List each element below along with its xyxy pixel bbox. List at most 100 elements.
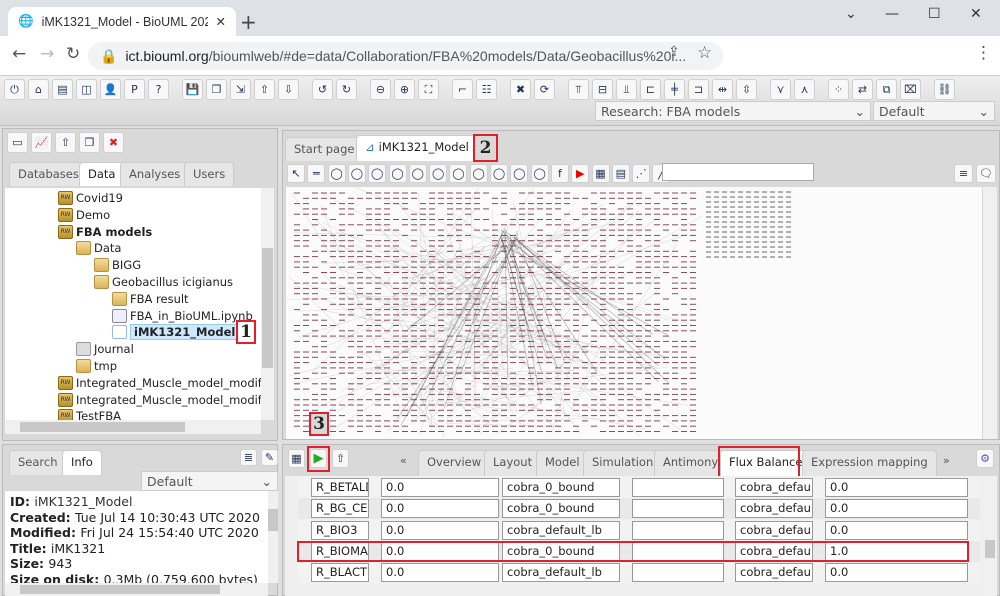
settings-icon[interactable]: ⚙ bbox=[976, 449, 994, 468]
align-left-icon[interactable]: ⊏ bbox=[640, 79, 661, 100]
distribute-v-icon[interactable]: ⇳ bbox=[736, 79, 757, 100]
browser-tab[interactable]: 🌐 iMK1321_Model - BioUML 2020.4 ✕ bbox=[8, 7, 236, 36]
tab-simulation[interactable]: Simulation bbox=[583, 450, 663, 476]
undo-icon[interactable]: ↺ bbox=[312, 79, 333, 100]
tree-node[interactable]: FBA result bbox=[112, 291, 189, 307]
table-cell[interactable] bbox=[632, 563, 724, 583]
substance-tool-icon[interactable]: ◯ bbox=[408, 164, 427, 183]
star-icon[interactable]: ☆ bbox=[697, 43, 712, 63]
table-check-icon[interactable]: ▦ bbox=[288, 449, 305, 468]
note-tool-icon[interactable]: ▤ bbox=[611, 164, 630, 183]
save-icon[interactable]: 💾 bbox=[182, 79, 203, 100]
table-cell[interactable] bbox=[632, 478, 724, 497]
p-icon[interactable]: P bbox=[124, 79, 145, 100]
redo-icon[interactable]: ↻ bbox=[336, 79, 357, 100]
diagram-canvas[interactable] bbox=[286, 187, 982, 439]
tabs-prev-button[interactable]: « bbox=[400, 454, 407, 467]
remove-icon[interactable]: ✖ bbox=[510, 79, 531, 100]
import-icon[interactable]: ⇲ bbox=[230, 79, 251, 100]
tab-start-page[interactable]: Start page bbox=[285, 137, 364, 161]
help-icon[interactable]: ? bbox=[148, 79, 169, 100]
table-tool-icon[interactable]: ▦ bbox=[591, 164, 610, 183]
copy-icon[interactable]: ❐ bbox=[206, 79, 227, 100]
refresh-icon[interactable]: ⟳ bbox=[534, 79, 555, 100]
diagram-vscrollbar[interactable] bbox=[983, 187, 997, 439]
align-bottom-icon[interactable]: ⫫ bbox=[616, 79, 637, 100]
tree-node[interactable]: RW Demo bbox=[58, 207, 110, 223]
tree-node[interactable]: tmp bbox=[76, 358, 117, 374]
table-cell[interactable]: R_BG_CELL bbox=[311, 499, 369, 519]
tab-model[interactable]: ⊿iMK1321_ModelX bbox=[356, 135, 486, 161]
tab-search[interactable]: Search bbox=[9, 450, 67, 475]
constraint-tool-icon[interactable]: ◯ bbox=[530, 164, 549, 183]
table-cell[interactable]: R_BETALD bbox=[311, 478, 369, 497]
tree-node[interactable]: RW TestFBA bbox=[58, 408, 121, 420]
table-cell[interactable]: R_BLACT bbox=[311, 563, 369, 583]
link-icon[interactable]: ⛓ bbox=[934, 79, 955, 100]
equation-tool-icon[interactable]: ◯ bbox=[469, 164, 488, 183]
tree-node[interactable]: Geobacillus icigianus bbox=[94, 274, 233, 290]
tab-antimony[interactable]: Antimony bbox=[654, 450, 728, 476]
table-cell[interactable]: R_BIO3 bbox=[311, 520, 369, 540]
close-window-icon[interactable]: ✕ bbox=[970, 6, 982, 22]
tabs-next-button[interactable]: » bbox=[943, 454, 950, 467]
table-cell[interactable]: cobra_default_lb bbox=[502, 520, 620, 540]
export-icon[interactable]: ⇧ bbox=[332, 449, 349, 468]
tree-node[interactable]: RW Integrated_Muscle_model_modified bbox=[58, 375, 261, 391]
tree-node[interactable]: RW Covid19 bbox=[58, 190, 123, 206]
upload-icon[interactable]: ⇧ bbox=[254, 79, 275, 100]
edge-tool-icon[interactable]: ⋰ bbox=[632, 164, 651, 183]
maximize-icon[interactable]: ☐ bbox=[928, 6, 941, 22]
tree-node[interactable]: RW FBA models bbox=[58, 224, 152, 240]
layout-h-icon[interactable]: ▤ bbox=[52, 79, 73, 100]
chart-icon[interactable]: 📈 bbox=[31, 132, 52, 153]
table-cell[interactable]: cobra_default bbox=[735, 520, 813, 540]
options-icon[interactable]: ☷ bbox=[476, 79, 497, 100]
minimize-icon[interactable]: — bbox=[885, 6, 899, 22]
gene-tool-icon[interactable]: ◯ bbox=[347, 164, 366, 183]
table-cell[interactable]: cobra_default_lb bbox=[502, 563, 620, 583]
table-cell[interactable]: 0.0 bbox=[825, 478, 968, 497]
copy-icon[interactable]: ❐ bbox=[79, 132, 100, 153]
back-icon[interactable]: ← bbox=[12, 44, 26, 64]
download-icon[interactable]: ⇩ bbox=[278, 79, 299, 100]
split-icon[interactable]: ⋎ bbox=[770, 79, 791, 100]
table-cell[interactable]: cobra_default bbox=[735, 478, 813, 497]
tree-node[interactable]: RW Integrated_Muscle_model_modified bbox=[58, 392, 261, 408]
comments-icon[interactable]: 🗨 bbox=[976, 164, 996, 183]
table-cell[interactable] bbox=[632, 520, 724, 540]
merge-icon[interactable]: ⋏ bbox=[794, 79, 815, 100]
reaction-tool-icon[interactable]: ═ bbox=[307, 164, 326, 183]
tree-node[interactable]: Journal bbox=[76, 341, 134, 357]
tree-node[interactable]: BIGG bbox=[94, 257, 141, 273]
forward-icon[interactable]: → bbox=[40, 44, 54, 64]
table-cell[interactable]: 0.0 bbox=[825, 520, 968, 540]
upload-icon[interactable]: ⇧ bbox=[55, 132, 76, 153]
perspective-select[interactable]: Default ⌄ bbox=[873, 101, 995, 121]
compartment-tool-icon[interactable]: ◯ bbox=[327, 164, 346, 183]
table-cell[interactable]: 0.0 bbox=[381, 478, 499, 497]
distribute-h-icon[interactable]: ⇹ bbox=[712, 79, 733, 100]
new-tab-button[interactable]: + bbox=[240, 10, 257, 34]
align-right-icon[interactable]: ⊐ bbox=[688, 79, 709, 100]
table-cell[interactable]: cobra_0_bound bbox=[502, 499, 620, 519]
tree-node[interactable]: Data bbox=[76, 240, 121, 256]
copy-node-icon[interactable]: ⧉ bbox=[876, 79, 897, 100]
home-icon[interactable]: ⌂ bbox=[28, 79, 49, 100]
tab-users[interactable]: Users bbox=[184, 162, 235, 186]
info-view-select[interactable]: Default ⌄ bbox=[141, 471, 278, 491]
tab-expression-mapping[interactable]: Expression mapping bbox=[802, 450, 937, 476]
layout-icon[interactable]: ⁘ bbox=[828, 79, 849, 100]
edit-icon[interactable]: ✎ bbox=[261, 449, 278, 466]
tab-info[interactable]: Info bbox=[62, 450, 102, 475]
url-input[interactable]: 🔒 ict.biouml.org/bioumlweb/#de=data/Colla… bbox=[88, 42, 723, 70]
tab-analyses[interactable]: Analyses bbox=[120, 162, 190, 186]
table-vscrollbar[interactable] bbox=[983, 476, 997, 596]
close-tab-icon[interactable]: ✕ bbox=[216, 14, 226, 29]
table-cell[interactable]: cobra_default bbox=[735, 563, 813, 583]
zoom-in-icon[interactable]: ⊕ bbox=[394, 79, 415, 100]
share-icon[interactable]: ⇪ bbox=[668, 44, 680, 60]
reload-icon[interactable]: ↻ bbox=[66, 44, 80, 64]
table-cell[interactable]: 0.0 bbox=[381, 563, 499, 583]
delete-node-icon[interactable]: ⌧ bbox=[900, 79, 921, 100]
